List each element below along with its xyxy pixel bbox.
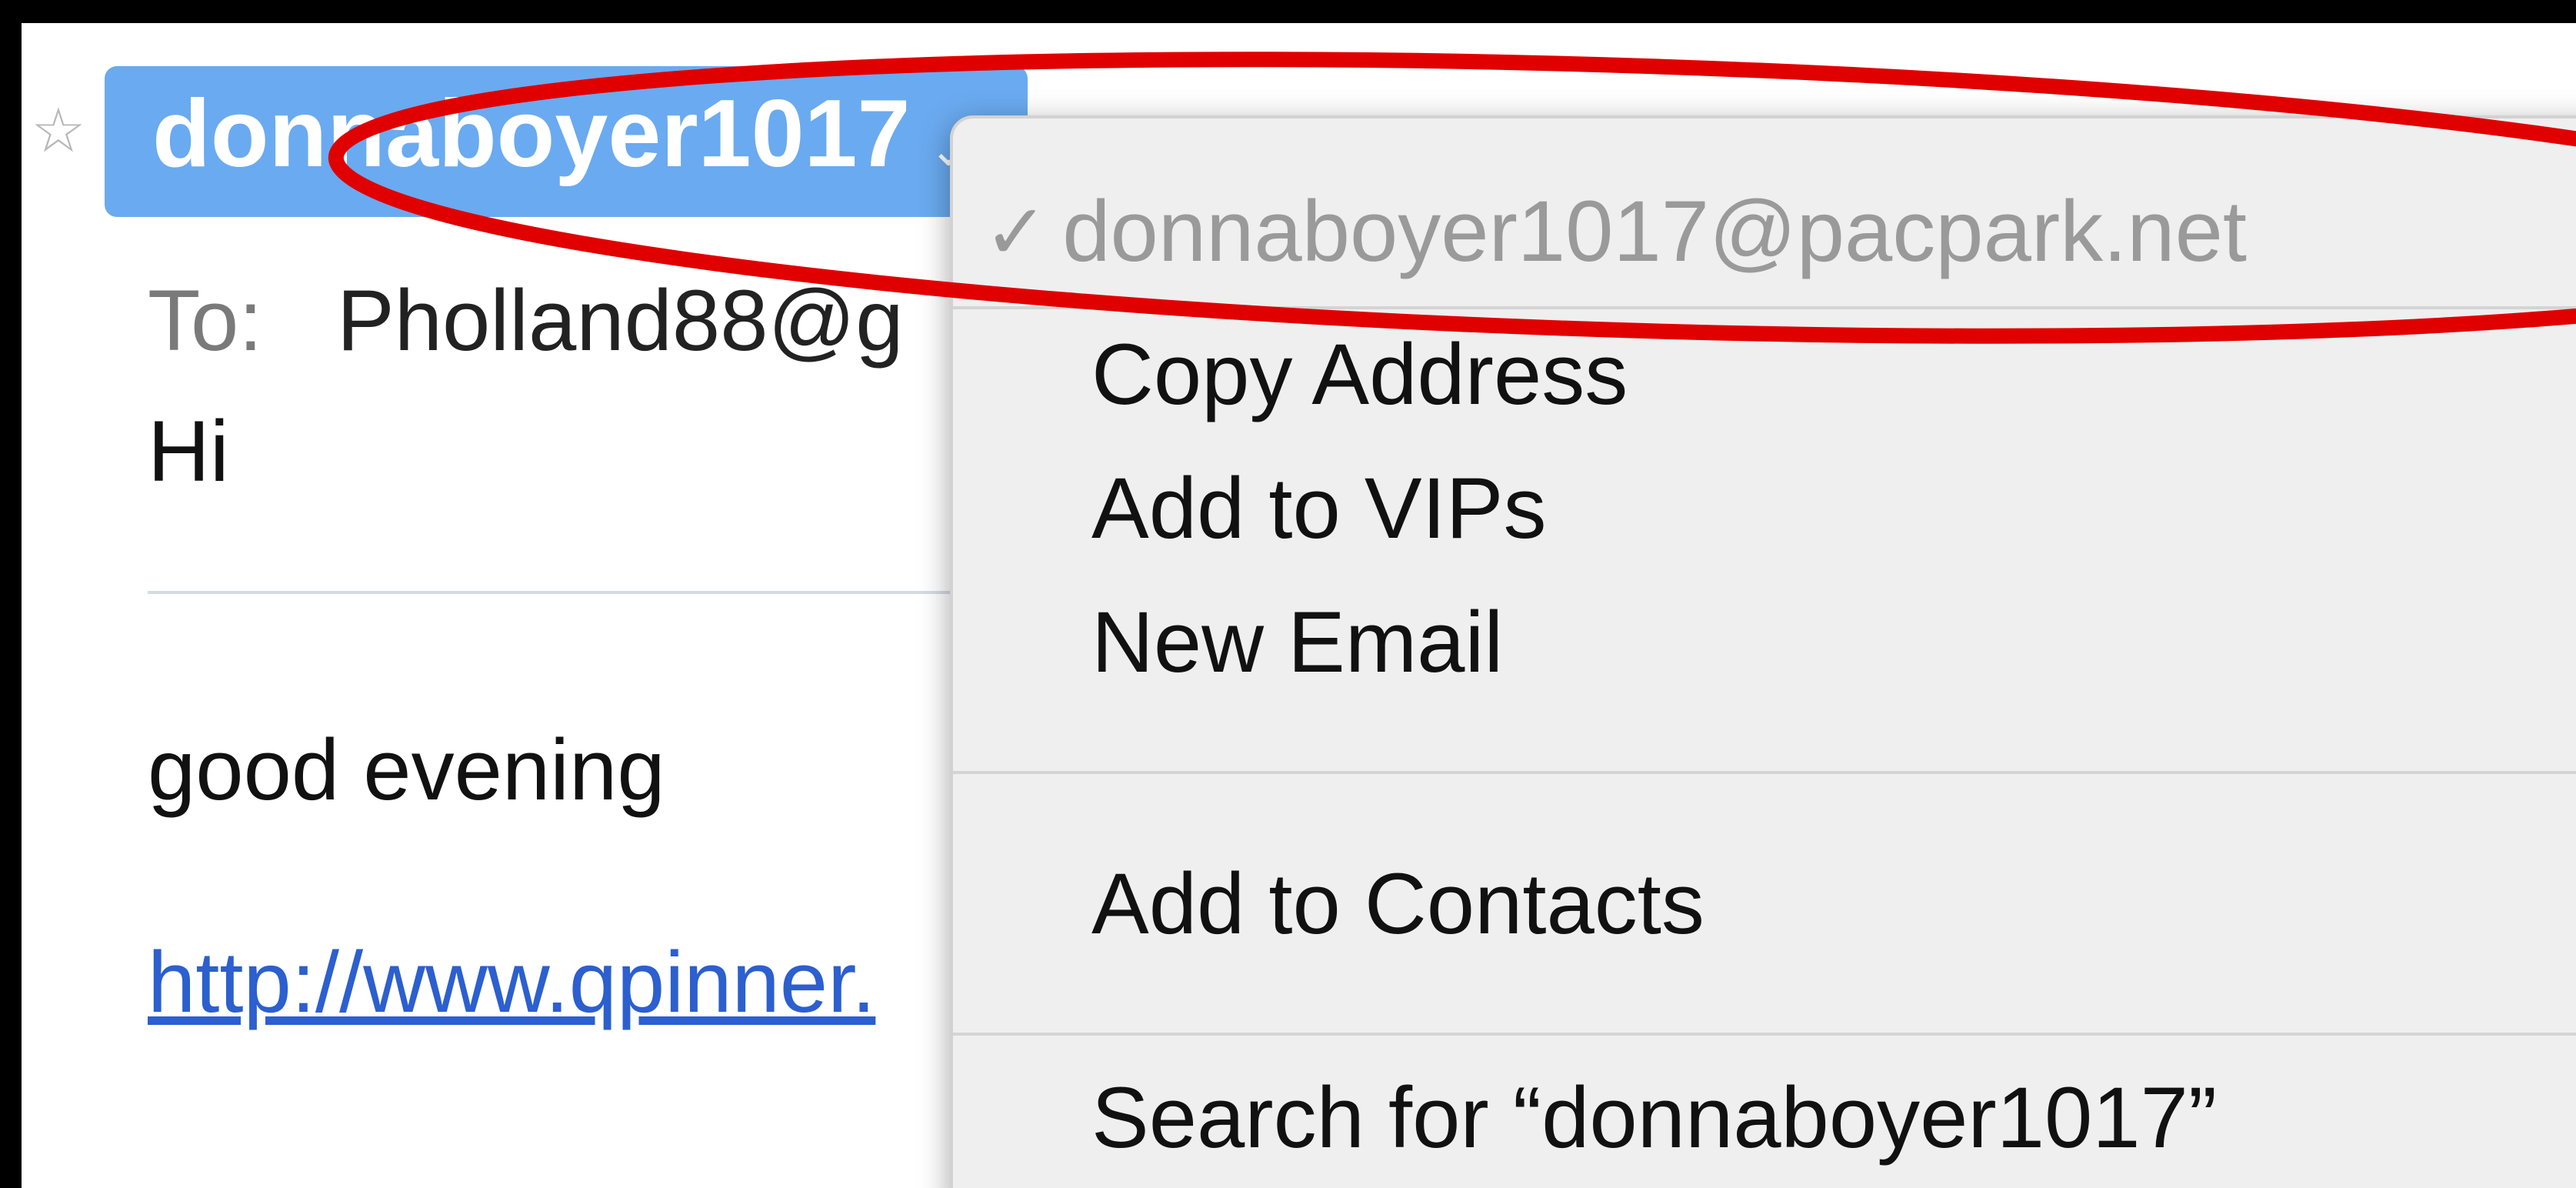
star-icon[interactable]: ☆ bbox=[31, 100, 86, 162]
sender-context-menu: ✓ donnaboyer1017@pacpark.net Copy Addres… bbox=[950, 115, 2576, 1188]
sender-name[interactable]: donnaboyer1017 bbox=[152, 77, 910, 192]
checkmark-icon: ✓ bbox=[984, 186, 1048, 277]
mail-window: ☆ donnaboyer1017 ⌄ To: Pholland88@g Hi g… bbox=[22, 23, 2576, 1188]
menu-address: donnaboyer1017@pacpark.net bbox=[1062, 183, 2247, 279]
menu-address-row: ✓ donnaboyer1017@pacpark.net bbox=[984, 180, 2247, 283]
menu-item-add-to-vips[interactable]: Add to VIPs bbox=[1091, 457, 1546, 560]
menu-separator bbox=[953, 771, 2576, 774]
menu-item-search-for[interactable]: Search for “donnaboyer1017” bbox=[1091, 1066, 2217, 1170]
to-label: To: bbox=[148, 272, 263, 369]
menu-separator bbox=[953, 306, 2576, 309]
menu-separator bbox=[953, 1033, 2576, 1036]
message-body-link[interactable]: http://www.qpinner. bbox=[148, 931, 875, 1034]
subject-line: Hi bbox=[148, 403, 229, 499]
menu-item-copy-address[interactable]: Copy Address bbox=[1091, 323, 1628, 426]
menu-item-new-email[interactable]: New Email bbox=[1091, 591, 1503, 694]
menu-item-add-to-contacts[interactable]: Add to Contacts bbox=[1091, 853, 1705, 956]
message-body-text: good evening bbox=[148, 722, 665, 818]
to-recipient[interactable]: Pholland88@g bbox=[337, 269, 903, 372]
